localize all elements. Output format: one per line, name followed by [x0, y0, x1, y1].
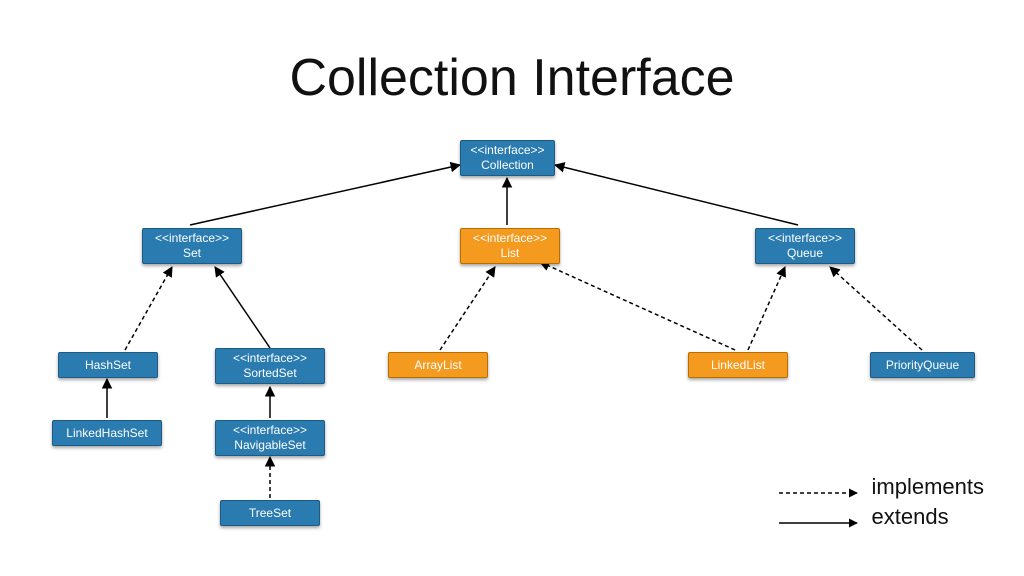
stereotype-label: <<interface>>	[473, 231, 547, 245]
node-label: ArrayList	[414, 358, 461, 373]
node-collection: <<interface>>Collection	[460, 140, 555, 176]
node-linkedhashset: LinkedHashSet	[52, 420, 162, 446]
legend-extends-label: extends	[872, 504, 949, 530]
diagram-title: Collection Interface	[0, 48, 1024, 108]
legend-implements-line	[777, 480, 862, 494]
legend-implements-label: implements	[872, 474, 984, 500]
legend-implements-row: implements	[777, 474, 984, 500]
node-set: <<interface>>Set	[142, 228, 242, 264]
node-label: LinkedHashSet	[66, 426, 147, 441]
node-label: TreeSet	[249, 506, 291, 521]
node-linkedlist: LinkedList	[688, 352, 788, 378]
node-label: NavigableSet	[234, 438, 305, 452]
node-label: PriorityQueue	[886, 358, 959, 373]
node-queue: <<interface>>Queue	[755, 228, 855, 264]
legend: implements extends	[777, 474, 984, 534]
stereotype-label: <<interface>>	[155, 231, 229, 245]
node-label: HashSet	[85, 358, 131, 373]
stereotype-label: <<interface>>	[233, 351, 307, 365]
legend-extends-row: extends	[777, 504, 984, 530]
node-sortedset: <<interface>>SortedSet	[215, 348, 325, 384]
node-hashset: HashSet	[58, 352, 158, 378]
node-label: Set	[183, 246, 201, 260]
node-label: SortedSet	[243, 366, 296, 380]
legend-extends-line	[777, 510, 862, 524]
node-treeset: TreeSet	[220, 500, 320, 526]
node-label: Queue	[787, 246, 823, 260]
node-label: Collection	[481, 158, 534, 172]
node-label: LinkedList	[711, 358, 765, 373]
stereotype-label: <<interface>>	[233, 423, 307, 437]
stereotype-label: <<interface>>	[768, 231, 842, 245]
stereotype-label: <<interface>>	[470, 143, 544, 157]
node-arraylist: ArrayList	[388, 352, 488, 378]
node-navigableset: <<interface>>NavigableSet	[215, 420, 325, 456]
node-priorityqueue: PriorityQueue	[870, 352, 975, 378]
node-label: List	[501, 246, 520, 260]
node-list: <<interface>>List	[460, 228, 560, 264]
